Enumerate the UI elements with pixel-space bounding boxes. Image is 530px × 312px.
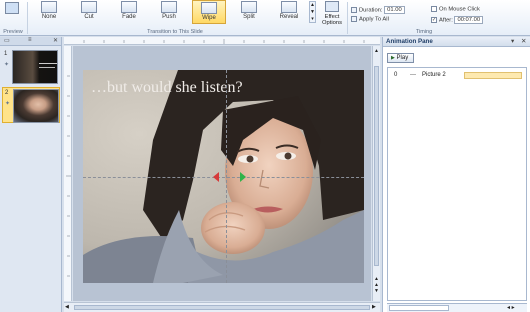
transition-split-icon <box>241 1 257 13</box>
slide-thumbnail-2[interactable]: 2 ✦ <box>2 87 60 123</box>
slides-tab-icon[interactable]: ▭ <box>4 37 10 44</box>
scroll-right-icon[interactable]: ▶ <box>372 304 376 310</box>
transition-push-icon <box>161 1 177 13</box>
slide-editing-area[interactable]: …but would she listen? <box>73 46 371 301</box>
clock-icon <box>351 7 357 13</box>
gallery-scroll[interactable]: ▲ ▼ ▾ <box>309 1 316 23</box>
motion-path-end-icon[interactable] <box>213 172 219 182</box>
transition-wipe-button[interactable]: Wipe <box>192 0 226 24</box>
slides-pane-tabs: ▭ ≡ ✕ <box>0 37 61 46</box>
vertical-ruler <box>64 46 72 301</box>
transition-reveal-button[interactable]: Reveal <box>272 0 306 24</box>
preview-group-label: Preview <box>3 29 23 35</box>
effect-options-group: Effect Options <box>318 0 346 36</box>
transition-none-icon <box>41 1 57 13</box>
on-mouse-click-checkbox[interactable]: On Mouse Click <box>431 6 480 15</box>
pane-options-icon[interactable]: ▾ <box>511 37 514 45</box>
scroll-thumb[interactable] <box>374 66 379 266</box>
scroll-left-icon[interactable]: ◀ <box>65 304 69 310</box>
timing-group: Duration: 01.00 Apply To All On Mouse Cl… <box>349 0 499 36</box>
transition-cut-button[interactable]: Cut <box>72 0 106 24</box>
transition-split-button[interactable]: Split <box>232 0 266 24</box>
animation-pane: Animation Pane ▾ ✕ ▶ Play 0 — Picture 2 … <box>382 37 530 312</box>
duration-input[interactable]: 01.00 <box>384 6 405 14</box>
horizontal-ruler <box>64 37 380 45</box>
slide-2-image <box>13 89 59 123</box>
animation-timeline-bar[interactable] <box>464 72 522 79</box>
timeline-zoom-icons[interactable]: ◂ ▸ <box>507 304 515 311</box>
transition-group-label: Transition to This Slide <box>147 29 203 35</box>
transition-wipe-icon <box>201 2 217 14</box>
animation-star-icon: ✦ <box>5 101 11 107</box>
duration-field: Duration: 01.00 <box>351 6 405 15</box>
scroll-thumb[interactable] <box>74 305 370 310</box>
slide-canvas[interactable]: …but would she listen? <box>83 70 364 283</box>
slide-1-image <box>12 50 58 84</box>
transition-push-button[interactable]: Push <box>152 0 186 24</box>
slide-thumbnail-1[interactable]: 1 ✦ <box>2 49 60 85</box>
outline-tab-icon[interactable]: ≡ <box>28 37 32 43</box>
transition-group: None Cut Fade Push Wipe Split Reveal ▲ ▼ ▾… <box>30 0 320 36</box>
scroll-up-icon[interactable]: ▲ <box>374 48 379 54</box>
ribbon-separator <box>27 2 28 34</box>
after-input[interactable]: 00:07.00 <box>454 16 484 24</box>
animation-star-icon: ✦ <box>4 62 10 68</box>
effect-options-button[interactable]: Effect Options <box>318 14 346 26</box>
animation-pane-title: Animation Pane <box>386 38 433 45</box>
transition-reveal-icon <box>281 1 297 13</box>
effect-options-icon <box>325 1 339 12</box>
animation-item[interactable]: 0 — Picture 2 <box>388 71 526 80</box>
horizontal-scrollbar[interactable]: ◀ ▶ <box>64 302 380 312</box>
ribbon-separator <box>347 2 348 34</box>
transition-cut-icon <box>81 1 97 13</box>
checkbox-unchecked-icon <box>431 6 437 12</box>
motion-path-icon: — <box>410 72 416 78</box>
motion-path-start-icon[interactable] <box>240 172 246 182</box>
ruler-ticks <box>83 39 365 44</box>
transition-fade-button[interactable]: Fade <box>112 0 146 24</box>
close-icon[interactable]: ✕ <box>53 37 58 44</box>
slides-pane: ▭ ≡ ✕ 1 ✦ 2 ✦ <box>0 37 62 312</box>
apply-to-all-button[interactable]: Apply To All <box>351 16 389 25</box>
horizontal-guide[interactable] <box>83 177 364 178</box>
timeline-scroll[interactable] <box>389 305 449 311</box>
animation-pane-header: Animation Pane ▾ ✕ <box>383 37 530 47</box>
vertical-scrollbar[interactable]: ▲ ▲ ▲ ▼ <box>372 46 380 301</box>
timing-group-label: Timing <box>415 29 433 35</box>
apply-all-icon <box>351 16 357 22</box>
animation-list: 0 — Picture 2 <box>387 67 527 301</box>
transition-none-button[interactable]: None <box>32 0 66 24</box>
slide-title[interactable]: …but would she listen? <box>91 79 243 97</box>
transition-fade-icon <box>121 1 137 13</box>
play-button[interactable]: ▶ Play <box>387 53 414 63</box>
animation-pane-footer: ◂ ▸ <box>387 303 527 312</box>
ruler-ticks <box>66 75 71 277</box>
checkbox-checked-icon: ✓ <box>431 17 437 23</box>
preview-group: Preview <box>0 0 26 36</box>
close-icon[interactable]: ✕ <box>521 37 526 45</box>
play-icon: ▶ <box>391 55 395 61</box>
prev-next-slide-icons[interactable]: ▲ ▲ ▼ <box>374 276 379 294</box>
after-checkbox[interactable]: ✓ After: 00:07.00 <box>431 16 484 25</box>
preview-icon[interactable] <box>5 2 19 14</box>
vertical-guide[interactable] <box>226 70 227 283</box>
ribbon: Preview None Cut Fade Push Wipe Split Re… <box>0 0 530 36</box>
